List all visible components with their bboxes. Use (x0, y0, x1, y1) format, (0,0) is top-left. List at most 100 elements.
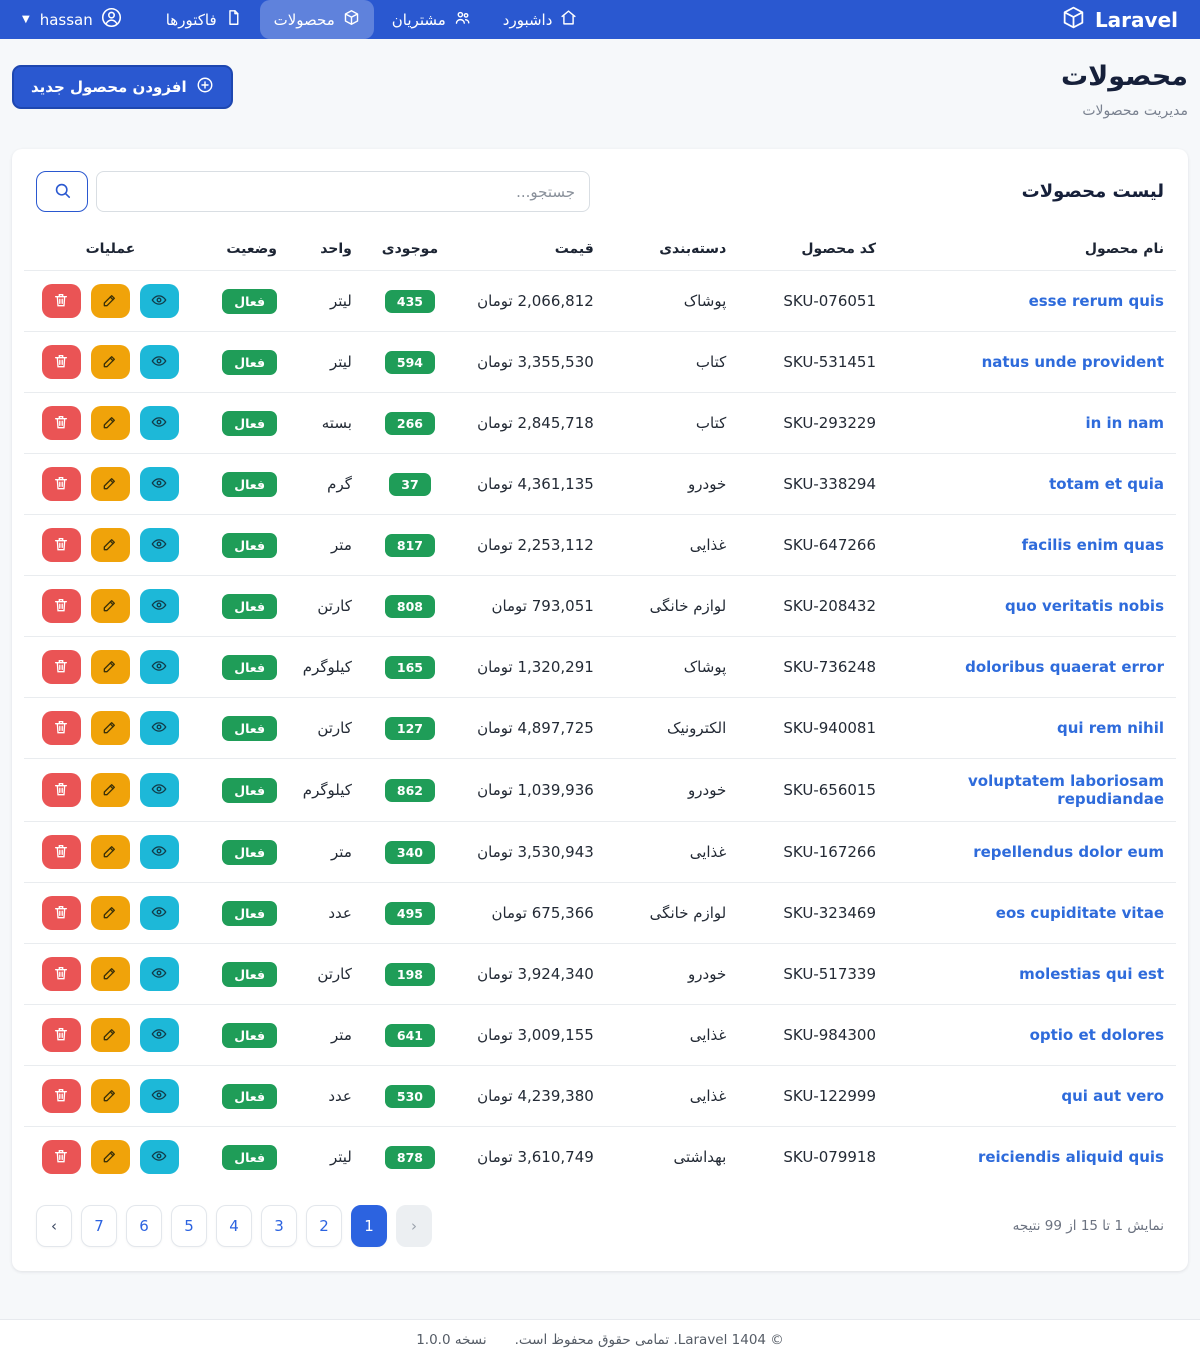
edit-button[interactable] (91, 835, 130, 869)
product-name-link[interactable]: qui aut vero (1061, 1087, 1164, 1105)
product-category: کتاب (606, 393, 738, 454)
product-sku: SKU-323469 (738, 883, 888, 944)
page-button[interactable]: 2 (306, 1205, 342, 1247)
edit-button[interactable] (91, 957, 130, 991)
search-button[interactable] (36, 171, 88, 212)
view-button[interactable] (140, 1018, 179, 1052)
delete-button[interactable] (42, 467, 81, 501)
page-button[interactable]: › (396, 1205, 432, 1247)
delete-button[interactable] (42, 1079, 81, 1113)
product-name-link[interactable]: natus unde provident (982, 353, 1164, 371)
edit-button[interactable] (91, 1140, 130, 1174)
view-button[interactable] (140, 528, 179, 562)
page-button[interactable]: ‹ (36, 1205, 72, 1247)
add-product-button[interactable]: افزودن محصول جدید (12, 65, 233, 109)
product-name-link[interactable]: reiciendis aliquid quis (978, 1148, 1164, 1166)
page-button[interactable]: 7 (81, 1205, 117, 1247)
brand[interactable]: Laravel (1061, 5, 1178, 35)
view-button[interactable] (140, 773, 179, 807)
delete-button[interactable] (42, 589, 81, 623)
delete-button[interactable] (42, 1140, 81, 1174)
delete-button[interactable] (42, 711, 81, 745)
page-button[interactable]: 5 (171, 1205, 207, 1247)
product-name-link[interactable]: qui rem nihil (1057, 719, 1164, 737)
main-content: محصولات مدیریت محصولات افزودن محصول جدید… (0, 39, 1200, 1319)
page-button[interactable]: 6 (126, 1205, 162, 1247)
view-button[interactable] (140, 1140, 179, 1174)
plus-circle-icon (196, 76, 214, 98)
view-button[interactable] (140, 284, 179, 318)
edit-button[interactable] (91, 1018, 130, 1052)
product-name-link[interactable]: optio et dolores (1030, 1026, 1164, 1044)
edit-button[interactable] (91, 406, 130, 440)
delete-button[interactable] (42, 896, 81, 930)
delete-button[interactable] (42, 773, 81, 807)
page-button[interactable]: 4 (216, 1205, 252, 1247)
stock-badge: 435 (385, 290, 435, 313)
product-name-link[interactable]: molestias qui est (1019, 965, 1164, 983)
trash-icon (53, 781, 69, 800)
view-button[interactable] (140, 957, 179, 991)
product-unit: کیلوگرم (289, 759, 364, 822)
delete-button[interactable] (42, 345, 81, 379)
product-name-link[interactable]: totam et quia (1049, 475, 1164, 493)
page-button[interactable]: 3 (261, 1205, 297, 1247)
view-button[interactable] (140, 1079, 179, 1113)
products-table-wrap: نام محصول کد محصول دسته‌بندی قیمت موجودی… (12, 230, 1188, 1187)
edit-button[interactable] (91, 589, 130, 623)
product-name-link[interactable]: doloribus quaerat error (965, 658, 1164, 676)
view-button[interactable] (140, 406, 179, 440)
row-actions (36, 1018, 185, 1052)
eye-icon (151, 1087, 167, 1106)
product-name-link[interactable]: in in nam (1085, 414, 1164, 432)
view-button[interactable] (140, 589, 179, 623)
product-price: 1,039,936 تومان (456, 759, 606, 822)
view-button[interactable] (140, 835, 179, 869)
product-name-link[interactable]: esse rerum quis (1029, 292, 1164, 310)
table-row: repellendus dolor eum SKU-167266 غذایی 3… (24, 822, 1176, 883)
edit-button[interactable] (91, 528, 130, 562)
eye-icon (151, 1026, 167, 1045)
delete-button[interactable] (42, 284, 81, 318)
delete-button[interactable] (42, 528, 81, 562)
delete-button[interactable] (42, 957, 81, 991)
table-header-row: نام محصول کد محصول دسته‌بندی قیمت موجودی… (24, 230, 1176, 271)
table-row: eos cupiditate vitae SKU-323469 لوازم خا… (24, 883, 1176, 944)
delete-button[interactable] (42, 835, 81, 869)
view-button[interactable] (140, 467, 179, 501)
product-name-link[interactable]: quo veritatis nobis (1005, 597, 1164, 615)
eye-icon (151, 292, 167, 311)
box-icon (1061, 5, 1086, 35)
nav-item-dashboard[interactable]: داشبورد (489, 0, 592, 39)
product-name-link[interactable]: voluptatem laboriosam repudiandae (968, 772, 1164, 808)
page-button[interactable]: 1 (351, 1205, 387, 1247)
view-button[interactable] (140, 711, 179, 745)
nav-item-customers[interactable]: مشتریان (378, 0, 485, 39)
edit-button[interactable] (91, 711, 130, 745)
product-price: 3,924,340 تومان (456, 944, 606, 1005)
edit-button[interactable] (91, 650, 130, 684)
edit-button[interactable] (91, 345, 130, 379)
delete-button[interactable] (42, 406, 81, 440)
search-input[interactable] (96, 171, 590, 212)
view-button[interactable] (140, 650, 179, 684)
eye-icon (151, 719, 167, 738)
edit-button[interactable] (91, 896, 130, 930)
user-menu[interactable]: hassan ▼ (22, 7, 122, 32)
delete-button[interactable] (42, 1018, 81, 1052)
view-button[interactable] (140, 896, 179, 930)
delete-button[interactable] (42, 650, 81, 684)
edit-button[interactable] (91, 284, 130, 318)
eye-icon (151, 658, 167, 677)
edit-button[interactable] (91, 467, 130, 501)
edit-button[interactable] (91, 773, 130, 807)
view-button[interactable] (140, 345, 179, 379)
product-name-link[interactable]: repellendus dolor eum (973, 843, 1164, 861)
product-name-link[interactable]: eos cupiditate vitae (996, 904, 1164, 922)
nav-item-invoices[interactable]: فاکتورها (152, 0, 256, 39)
product-name-link[interactable]: facilis enim quas (1022, 536, 1164, 554)
nav-item-products[interactable]: محصولات (260, 0, 374, 39)
product-sku: SKU-293229 (738, 393, 888, 454)
edit-button[interactable] (91, 1079, 130, 1113)
product-unit: متر (289, 1005, 364, 1066)
